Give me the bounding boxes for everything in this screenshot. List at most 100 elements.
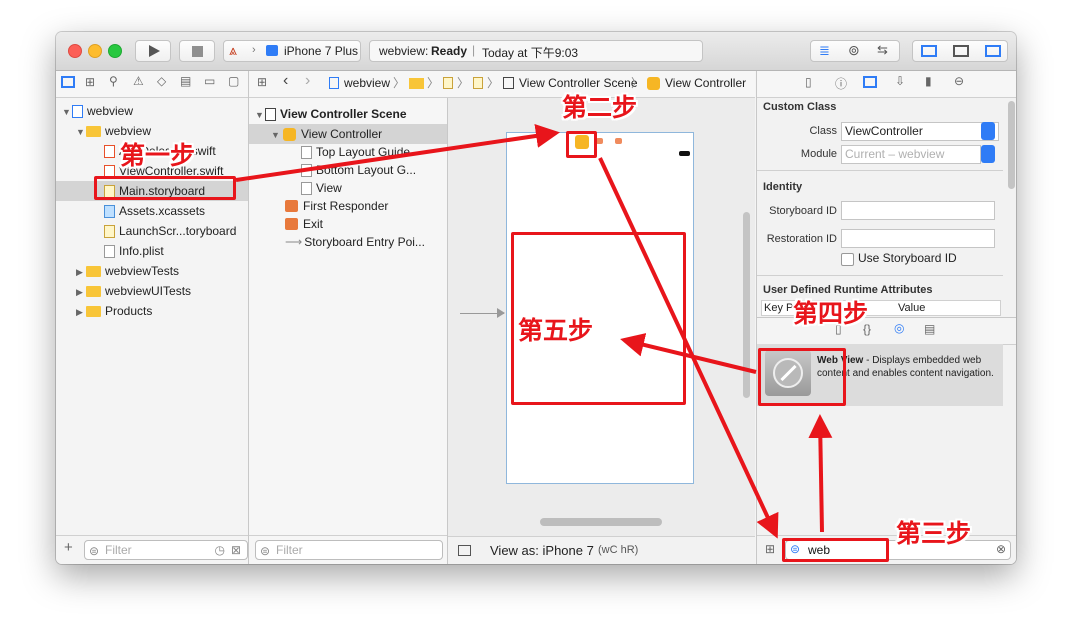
step3-label: 第三步 bbox=[896, 519, 972, 548]
outline-footer: ⊜ Filter bbox=[249, 535, 447, 564]
test-diamond-icon[interactable]: ◇ bbox=[157, 74, 166, 88]
tree-item-launchscreen[interactable]: LaunchScr...toryboard bbox=[104, 221, 236, 241]
folder-icon bbox=[86, 306, 101, 318]
disclosure-closed-icon[interactable]: ▶ bbox=[76, 302, 86, 322]
debug-navigator-icon[interactable]: ▤ bbox=[180, 74, 191, 88]
disclosure-closed-icon[interactable]: ▶ bbox=[76, 262, 86, 282]
debug-toggle-icon[interactable] bbox=[953, 45, 969, 57]
tree-item-webviewtests[interactable]: ▶ webviewTests bbox=[76, 261, 179, 281]
disclosure-open-icon[interactable]: ▼ bbox=[76, 122, 86, 142]
module-dropdown-button[interactable] bbox=[981, 145, 995, 163]
first-responder-dock-icon[interactable] bbox=[596, 138, 603, 144]
class-value: ViewController bbox=[845, 124, 923, 138]
class-field[interactable]: ViewController ➲ bbox=[841, 122, 999, 141]
disclosure-closed-icon[interactable]: ▶ bbox=[76, 282, 86, 302]
search-icon[interactable]: ⚲ bbox=[109, 74, 118, 88]
folder-icon[interactable] bbox=[409, 78, 424, 89]
exit-dock-icon[interactable] bbox=[615, 138, 622, 144]
navigator-filter-input[interactable]: ⊜ Filter ◷ ⊠ bbox=[84, 540, 248, 560]
tree-item-webviewuitests[interactable]: ▶ webviewUITests bbox=[76, 281, 191, 301]
recent-files-icon[interactable]: ◷ bbox=[215, 541, 225, 559]
back-arrow-icon[interactable]: ‹ bbox=[283, 72, 288, 90]
restoration-id-field[interactable] bbox=[841, 229, 995, 248]
view-as-label[interactable]: View as: iPhone 7 bbox=[490, 543, 594, 558]
outline-filter-input[interactable]: ⊜ Filter bbox=[255, 540, 443, 560]
symbol-navigator-icon[interactable]: ⊞ bbox=[85, 75, 95, 89]
chevron-right-icon: 〉 bbox=[457, 76, 470, 90]
forward-arrow-icon[interactable]: › bbox=[305, 72, 310, 90]
outline-item-view[interactable]: View bbox=[301, 178, 342, 198]
use-storyboard-id-checkbox[interactable] bbox=[841, 253, 854, 266]
storyboard-file-icon[interactable] bbox=[473, 77, 483, 89]
outline-item-entry-point[interactable]: ⟶ Storyboard Entry Poi... bbox=[285, 232, 425, 252]
utilities-toggle-icon[interactable] bbox=[985, 45, 1001, 57]
close-window-button[interactable] bbox=[68, 44, 82, 58]
report-navigator-icon[interactable]: ▢ bbox=[228, 74, 239, 88]
related-items-icon[interactable]: ⊞ bbox=[257, 75, 267, 89]
status-state: Ready bbox=[431, 44, 468, 58]
plist-file-icon bbox=[104, 245, 115, 259]
size-inspector-icon[interactable]: ▮ bbox=[925, 74, 932, 88]
tree-item-infoplist[interactable]: Info.plist bbox=[104, 241, 164, 261]
issue-warning-icon[interactable]: ⚠ bbox=[133, 74, 144, 88]
storyboard-id-field[interactable] bbox=[841, 201, 995, 220]
outline-item-exit[interactable]: Exit bbox=[285, 214, 323, 234]
entry-arrow-icon: ⟶ bbox=[285, 235, 303, 249]
navigator-toggle-icon[interactable] bbox=[921, 45, 937, 57]
jump-bar: ⊞ ‹ › webview 〉 〉 〉 〉 View Controller Sc… bbox=[249, 71, 755, 98]
outline-item-label: Bottom Layout G... bbox=[316, 163, 417, 177]
object-library-icon[interactable]: ◎ bbox=[894, 321, 904, 335]
attributes-inspector-icon[interactable]: ⇩ bbox=[895, 74, 905, 88]
breadcrumb-view-controller[interactable]: View Controller bbox=[665, 76, 746, 90]
project-navigator-icon[interactable] bbox=[61, 76, 75, 88]
tree-item-products[interactable]: ▶ Products bbox=[76, 301, 152, 321]
tree-item-label: webview bbox=[87, 104, 134, 118]
inspector-scrollbar[interactable] bbox=[1008, 101, 1015, 189]
assistant-editor-icon[interactable]: ⊚ bbox=[848, 42, 860, 59]
class-dropdown-button[interactable] bbox=[981, 122, 995, 140]
clear-search-icon[interactable]: ⊗ bbox=[996, 542, 1006, 556]
device-icon bbox=[266, 45, 278, 56]
module-field[interactable]: Current – webview bbox=[841, 145, 981, 164]
outline-item-bottom-layout-guide[interactable]: Bottom Layout G... bbox=[301, 160, 416, 180]
outline-item-first-responder[interactable]: First Responder bbox=[285, 196, 388, 216]
quick-help-icon[interactable]: ⓘ bbox=[835, 75, 847, 92]
outline-item-top-layout-guide[interactable]: Top Layout Guide bbox=[301, 142, 410, 162]
add-icon[interactable]: + bbox=[64, 539, 73, 556]
tree-item-assets[interactable]: Assets.xcassets bbox=[104, 201, 205, 221]
breakpoint-icon[interactable]: ▭ bbox=[204, 74, 215, 88]
scheme-selector[interactable]: ⩓ › iPhone 7 Plus bbox=[223, 40, 361, 62]
disclosure-open-icon[interactable]: ▼ bbox=[255, 105, 265, 125]
filter-icon: ⊜ bbox=[89, 544, 100, 558]
stop-icon bbox=[192, 46, 203, 57]
standard-editor-icon[interactable]: ≣ bbox=[819, 43, 830, 59]
grid-view-icon[interactable]: ⊞ bbox=[765, 542, 775, 556]
chevron-right-icon: › bbox=[252, 44, 256, 56]
identity-inspector-icon[interactable] bbox=[863, 76, 877, 88]
document-outline-toggle-icon[interactable] bbox=[458, 545, 471, 556]
zoom-window-button[interactable] bbox=[108, 44, 122, 58]
outline-item-scene[interactable]: ▼ View Controller Scene bbox=[255, 104, 407, 124]
outline-item-view-controller[interactable]: ▼ View Controller bbox=[271, 124, 382, 144]
minimize-window-button[interactable] bbox=[88, 44, 102, 58]
storyboard-file-icon[interactable] bbox=[443, 77, 453, 89]
stop-button[interactable] bbox=[179, 40, 215, 62]
project-file-icon bbox=[72, 105, 83, 119]
version-editor-icon[interactable]: ⇆ bbox=[877, 42, 888, 58]
section-divider bbox=[757, 275, 1003, 276]
tree-item-project[interactable]: ▼ webview bbox=[62, 101, 133, 121]
horizontal-scrollbar[interactable] bbox=[540, 518, 662, 526]
connections-inspector-icon[interactable]: ⊖ bbox=[954, 74, 964, 88]
scm-filter-icon[interactable]: ⊠ bbox=[231, 541, 241, 559]
section-divider bbox=[757, 170, 1003, 171]
disclosure-open-icon[interactable]: ▼ bbox=[271, 125, 281, 145]
step1-label: 第一步 bbox=[120, 141, 196, 170]
breadcrumb-project[interactable]: webview bbox=[344, 76, 390, 90]
canvas-footer: View as: iPhone 7 (wC hR) bbox=[448, 536, 755, 564]
vertical-scrollbar[interactable] bbox=[743, 212, 750, 398]
media-library-icon[interactable]: ▤ bbox=[924, 322, 935, 336]
run-button[interactable] bbox=[135, 40, 171, 62]
tree-item-label: LaunchScr...toryboard bbox=[119, 224, 237, 238]
file-inspector-icon[interactable]: ▯ bbox=[805, 75, 812, 89]
disclosure-open-icon[interactable]: ▼ bbox=[62, 102, 72, 122]
